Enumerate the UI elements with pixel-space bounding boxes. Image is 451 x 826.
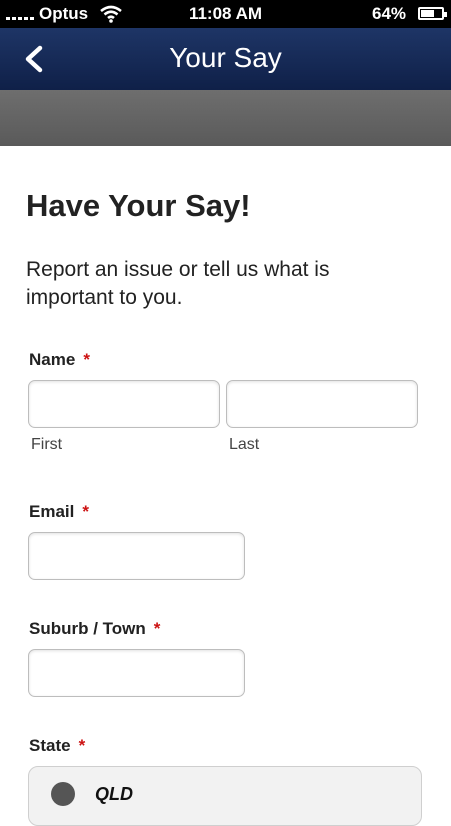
suburb-label-text: Suburb / Town [29,619,146,638]
nav-title: Your Say [169,42,282,73]
intro-text: Report an issue or tell us what is impor… [26,258,330,309]
radio-button-icon[interactable] [51,782,75,806]
state-radio-option-qld[interactable]: QLD [28,766,422,826]
last-name-input[interactable] [226,380,418,428]
required-marker: * [153,619,161,638]
state-label: State * [29,736,85,756]
name-label: Name * [29,350,90,370]
first-sublabel: First [31,436,63,453]
email-input[interactable] [28,532,245,580]
state-label-text: State [29,736,71,755]
page-title: Have Your Say! [26,188,251,223]
email-label-text: Email [29,502,75,521]
status-bar: Optus 11:08 AM 64% [0,0,451,28]
form-content: Have Your Say! Report an issue or tell u… [0,146,451,826]
required-marker: * [82,502,89,521]
first-name-input[interactable] [28,380,220,428]
required-marker: * [83,350,90,369]
required-marker: * [78,736,86,755]
battery-icon [418,7,447,20]
suburb-label: Suburb / Town * [29,619,160,639]
suburb-input[interactable] [28,649,245,697]
nav-bar: Your Say [0,28,451,90]
name-label-text: Name [29,350,76,369]
state-option-label: QLD [95,784,133,804]
battery-percent: 64% [372,4,407,23]
last-sublabel: Last [229,436,260,453]
email-label: Email * [29,502,89,522]
header-banner [0,90,451,146]
